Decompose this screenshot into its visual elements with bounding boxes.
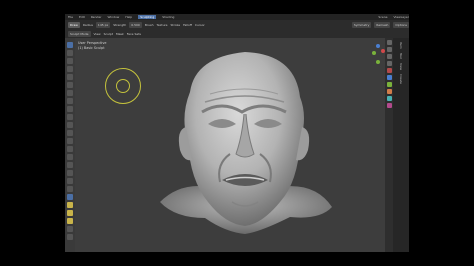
tool-header: Draw Radius 145 px Strength 0.500 Brush … bbox=[65, 20, 409, 38]
scene-name[interactable]: Scene bbox=[378, 15, 387, 19]
tab-shading[interactable]: Shading bbox=[162, 15, 174, 19]
falloff-menu[interactable]: Falloff bbox=[183, 23, 192, 27]
tab-sculpting[interactable]: Sculpting bbox=[138, 15, 157, 19]
viewport-nav-buttons bbox=[385, 38, 393, 252]
strength-label: Strength bbox=[113, 23, 127, 27]
menu-window[interactable]: Window bbox=[108, 15, 120, 19]
clay-strips-tool-icon[interactable] bbox=[67, 66, 73, 72]
menu-render[interactable]: Render bbox=[91, 15, 102, 19]
tool-settings-row: Draw Radius 145 px Strength 0.500 Brush … bbox=[65, 21, 409, 29]
clay-tool-icon[interactable] bbox=[67, 58, 73, 64]
pinch-tool-icon[interactable] bbox=[67, 138, 73, 144]
box-mask-tool-icon[interactable] bbox=[67, 210, 73, 216]
menu-help[interactable]: Help bbox=[125, 15, 132, 19]
layer-tool-icon[interactable] bbox=[67, 74, 73, 80]
viewport-info: User Perspective (1) Basic Sculpt bbox=[78, 41, 106, 51]
scene-tool-icon[interactable] bbox=[386, 75, 392, 80]
mask-tool-icon[interactable] bbox=[67, 202, 73, 208]
render-tool-icon[interactable] bbox=[386, 68, 392, 73]
blob-tool-icon[interactable] bbox=[67, 90, 73, 96]
radius-label: Radius bbox=[82, 23, 93, 27]
symmetry-button[interactable]: Symmetry bbox=[351, 22, 372, 28]
thumb-tool-icon[interactable] bbox=[67, 162, 73, 168]
options-button[interactable]: Options bbox=[393, 22, 409, 28]
axis-z-icon[interactable] bbox=[376, 44, 380, 48]
camera-icon[interactable] bbox=[386, 54, 392, 59]
pan-hand-icon[interactable] bbox=[386, 47, 392, 52]
mode-row: Sculpt Mode View Sculpt Mask Face Sets bbox=[65, 30, 409, 38]
mode-select[interactable]: Sculpt Mode bbox=[68, 31, 91, 37]
remesh-button[interactable]: Remesh bbox=[374, 22, 391, 28]
modifier-tool-icon[interactable] bbox=[386, 96, 392, 101]
annotate-tool-icon[interactable] bbox=[67, 234, 73, 240]
cursor-menu[interactable]: Cursor bbox=[195, 23, 205, 27]
lasso-mask-tool-icon[interactable] bbox=[67, 218, 73, 224]
sculpted-head-model bbox=[160, 52, 332, 234]
grab-tool-icon[interactable] bbox=[67, 146, 73, 152]
brush-select[interactable]: Draw bbox=[68, 22, 80, 28]
axis-neg-y-icon[interactable] bbox=[376, 60, 380, 64]
navigation-gizmo[interactable] bbox=[371, 42, 385, 72]
menu-mask[interactable]: Mask bbox=[116, 32, 124, 36]
object-name: (1) Basic Sculpt bbox=[78, 46, 105, 50]
slide-relax-tool-icon[interactable] bbox=[67, 194, 73, 200]
blender-window: File Edit Render Window Help Sculpting S… bbox=[65, 14, 409, 252]
tab-item[interactable]: Item bbox=[399, 42, 403, 49]
brush-strength-circle-icon bbox=[116, 79, 130, 93]
transform-tool-icon[interactable] bbox=[67, 226, 73, 232]
material-tool-icon[interactable] bbox=[386, 103, 392, 108]
zoom-icon[interactable] bbox=[386, 40, 392, 45]
radius-field[interactable]: 145 px bbox=[95, 22, 111, 28]
sidebar-tabs: Item Tool View Create bbox=[393, 38, 409, 252]
stroke-menu[interactable]: Stroke bbox=[171, 23, 181, 27]
strength-field[interactable]: 0.500 bbox=[129, 22, 142, 28]
inflate-tool-icon[interactable] bbox=[67, 82, 73, 88]
menu-sculpt[interactable]: Sculpt bbox=[104, 32, 113, 36]
draw-sharp-tool-icon[interactable] bbox=[67, 50, 73, 56]
smooth-tool-icon[interactable] bbox=[67, 106, 73, 112]
menu-file[interactable]: File bbox=[68, 15, 73, 19]
sculpt-toolbar bbox=[67, 42, 73, 250]
tab-view[interactable]: View bbox=[399, 63, 403, 70]
snake-hook-tool-icon[interactable] bbox=[67, 154, 73, 160]
pose-tool-icon[interactable] bbox=[67, 170, 73, 176]
world-tool-icon[interactable] bbox=[386, 82, 392, 87]
perspective-grid-icon[interactable] bbox=[386, 61, 392, 66]
draw-tool-icon[interactable] bbox=[67, 42, 73, 48]
rotate-tool-icon[interactable] bbox=[67, 186, 73, 192]
flatten-tool-icon[interactable] bbox=[67, 114, 73, 120]
view-layer-name[interactable]: ViewLayer bbox=[394, 15, 409, 19]
tab-create[interactable]: Create bbox=[399, 74, 403, 84]
scrape-tool-icon[interactable] bbox=[67, 130, 73, 136]
texture-menu[interactable]: Texture bbox=[157, 23, 168, 27]
menu-view[interactable]: View bbox=[94, 32, 101, 36]
menu-face-sets[interactable]: Face Sets bbox=[127, 32, 141, 36]
fill-tool-icon[interactable] bbox=[67, 122, 73, 128]
axis-y-icon[interactable] bbox=[372, 51, 376, 55]
tab-tool[interactable]: Tool bbox=[399, 53, 403, 59]
nudge-tool-icon[interactable] bbox=[67, 178, 73, 184]
object-tool-icon[interactable] bbox=[386, 89, 392, 94]
crease-tool-icon[interactable] bbox=[67, 98, 73, 104]
brush-menu[interactable]: Brush bbox=[145, 23, 154, 27]
menu-edit[interactable]: Edit bbox=[79, 15, 85, 19]
